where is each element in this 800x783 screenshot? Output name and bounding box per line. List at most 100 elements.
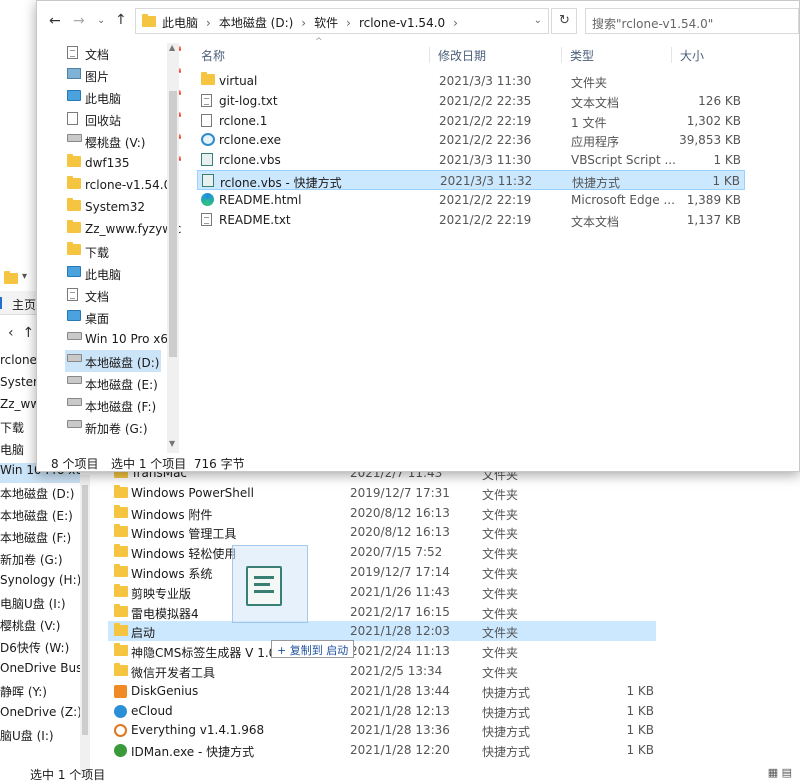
file-row[interactable]: git-log.txt 2021/2/2 22:35 文本文档 126 KB	[197, 91, 745, 111]
nav-item-label: 回收站	[85, 114, 122, 128]
breadcrumb-separator-icon[interactable]: ›	[206, 16, 211, 30]
back-nav-item[interactable]: 脑U盘 (I:)	[0, 727, 80, 747]
nav-item[interactable]: 新加卷 (G:)	[65, 416, 181, 438]
back-file-row[interactable]: 微信开发者工具 2021/2/5 13:34 文件夹	[108, 661, 668, 681]
nav-item[interactable]: Win 10 Pro x64	[65, 328, 181, 350]
back-file-row[interactable]: 剪映专业版 2021/1/26 11:43 文件夹	[108, 582, 668, 602]
back-file-row[interactable]: 神隐CMS标签生成器 V 1.0.0 2021/2/24 11:13 文件夹	[108, 641, 668, 661]
breadcrumb-separator-icon[interactable]: ›	[346, 16, 351, 30]
back-nav-scrollbar[interactable]	[80, 475, 90, 775]
back-nav-item[interactable]: D6快传 (W:)	[0, 639, 80, 659]
nav-item[interactable]: 樱桃盘 (V:)📌	[65, 130, 181, 152]
back-file-row[interactable]: Everything v1.4.1.968 2021/1/28 13:36 快捷方式…	[108, 720, 668, 740]
nav-item[interactable]: rclone-v1.54.0	[65, 174, 181, 196]
breadcrumb-segment[interactable]: 此电脑	[162, 16, 198, 30]
back-nav-item[interactable]: Synology (H:)	[0, 573, 80, 593]
address-bar[interactable]: 此电脑 › 本地磁盘 (D:) › 软件 › rclone-v1.54.0 › ⌄	[135, 8, 549, 34]
back-nav-up-icon[interactable]: ‹ ↑	[8, 325, 34, 341]
breadcrumb-separator-icon[interactable]: ›	[301, 16, 306, 30]
nav-item[interactable]: 回收站📌	[65, 108, 181, 130]
up-arrow-icon[interactable]: ↑	[115, 12, 127, 28]
breadcrumb-segment[interactable]: 软件	[314, 16, 338, 30]
back-file-row[interactable]: DiskGenius 2021/1/28 13:44 快捷方式 1 KB	[108, 681, 668, 701]
forward-arrow-icon[interactable]: →	[73, 13, 85, 29]
search-box[interactable]: 搜索"rclone-v1.54.0"	[585, 8, 799, 34]
back-nav-item[interactable]: 电脑U盘 (I:)	[0, 595, 80, 615]
column-name[interactable]: 名称	[201, 47, 225, 64]
back-arrow-icon[interactable]: ←	[49, 13, 61, 29]
address-dropdown-icon[interactable]: ⌄	[534, 15, 542, 26]
refresh-button[interactable]: ↻	[551, 8, 577, 34]
back-file-row[interactable]: Windows 附件 2020/8/12 16:13 文件夹	[108, 503, 668, 523]
nav-item[interactable]: 本地磁盘 (F:)	[65, 394, 181, 416]
back-nav-item[interactable]: 静晖 (Y:)	[0, 683, 80, 703]
nav-item-label: dwf135	[85, 156, 130, 170]
nav-item[interactable]: 此电脑📌	[65, 86, 181, 108]
back-nav-item[interactable]: OneDrive Busin	[0, 661, 80, 681]
back-nav-item[interactable]: 本地磁盘 (F:)	[0, 529, 80, 549]
folder-icon	[67, 198, 81, 211]
file-size: 126 KB	[698, 93, 741, 108]
column-size[interactable]: 大小	[671, 47, 704, 63]
scroll-up-icon[interactable]: ▲	[169, 43, 175, 52]
column-date[interactable]: 修改日期	[429, 47, 486, 63]
folder-icon	[114, 603, 128, 617]
file-row[interactable]: README.html 2021/2/2 22:19 Microsoft Edge …	[197, 190, 745, 210]
back-file-row[interactable]: Windows PowerShell 2019/12/7 17:31 文件夹	[108, 483, 668, 503]
nav-item[interactable]: 此电脑	[65, 262, 181, 284]
nav-item[interactable]: 本地磁盘 (D:)	[65, 350, 161, 372]
status-selected: 选中 1 个项目 716 字节	[111, 457, 245, 471]
view-toggle-icons[interactable]: ▦ ▤	[768, 766, 792, 779]
breadcrumb-segment[interactable]: rclone-v1.54.0	[359, 16, 445, 30]
scrollbar-thumb[interactable]	[169, 91, 177, 357]
back-nav-item[interactable]: 樱桃盘 (V:)	[0, 617, 80, 637]
scroll-down-icon[interactable]: ▼	[169, 439, 175, 448]
file-row[interactable]: rclone.exe 2021/2/2 22:36 应用程序 39,853 KB	[197, 130, 745, 150]
file-date: 2021/3/3 11:30	[439, 153, 532, 168]
nav-item[interactable]: 下载	[65, 240, 181, 262]
back-nav-item[interactable]: 本地磁盘 (D:)	[0, 485, 80, 505]
back-file-name: DiskGenius	[131, 683, 199, 698]
back-nav-item[interactable]: 本地磁盘 (E:)	[0, 507, 80, 527]
back-file-row[interactable]: 启动 2021/1/28 12:03 文件夹	[108, 621, 656, 642]
back-file-date: 2020/8/12 16:13	[350, 505, 450, 520]
breadcrumb-segment[interactable]: 本地磁盘 (D:)	[219, 16, 293, 30]
dropdown-arrow-icon[interactable]: ▾	[22, 271, 27, 282]
back-file-row[interactable]: Windows 系统 2019/12/7 17:14 文件夹	[108, 562, 668, 582]
back-file-row[interactable]: Windows 管理工具 2020/8/12 16:13 文件夹	[108, 522, 668, 542]
back-nav-item[interactable]: 新加卷 (G:)	[0, 551, 80, 571]
nav-item[interactable]: 本地磁盘 (E:)	[65, 372, 181, 394]
scrollbar-thumb[interactable]	[82, 485, 88, 735]
back-nav-item[interactable]: OneDrive (Z:)	[0, 705, 80, 725]
nav-item[interactable]: dwf135📌	[65, 152, 181, 174]
column-type[interactable]: 类型	[561, 47, 594, 63]
back-file-type: 快捷方式	[482, 705, 531, 720]
shortcut-icon	[202, 174, 214, 187]
file-row[interactable]: rclone.1 2021/2/2 22:19 1 文件 1,302 KB	[197, 111, 745, 131]
nav-item[interactable]: 桌面	[65, 306, 181, 328]
file-size: 1,137 KB	[686, 212, 741, 227]
back-file-row[interactable]: 雷电模拟器4 2021/2/17 16:15 文件夹	[108, 602, 668, 622]
tab-home[interactable]: 主页	[12, 296, 36, 313]
nav-item[interactable]: 文档📌	[65, 43, 181, 64]
back-file-date: 2019/12/7 17:14	[350, 565, 450, 579]
vbscript-icon	[201, 153, 213, 167]
back-file-row[interactable]: IDMan.exe - 快捷方式 2021/1/28 12:20 快捷方式 1 KB	[108, 740, 668, 760]
file-row[interactable]: rclone.vbs 2021/3/3 11:30 VBScript Script …	[197, 150, 745, 170]
nav-scrollbar[interactable]: ▲ ▼	[167, 43, 179, 453]
file-name: README.html	[219, 192, 302, 207]
back-file-name: 微信开发者工具	[131, 666, 216, 680]
picture-icon	[67, 68, 81, 79]
nav-item[interactable]: Zz_www.fyzyw.c	[65, 218, 181, 240]
file-row[interactable]: virtual 2021/3/3 11:30 文件夹	[197, 71, 745, 91]
back-file-row[interactable]: eCloud 2021/1/28 12:13 快捷方式 1 KB	[108, 701, 668, 721]
file-row[interactable]: rclone.vbs - 快捷方式 2021/3/3 11:32 快捷方式 1 KB	[197, 170, 745, 190]
breadcrumb-separator-icon[interactable]: ›	[453, 16, 458, 30]
nav-item[interactable]: System32	[65, 196, 181, 218]
file-date: 2021/2/2 22:19	[439, 192, 532, 207]
back-file-row[interactable]: Windows 轻松使用 2020/7/15 7:52 文件夹	[108, 542, 668, 562]
file-row[interactable]: README.txt 2021/2/2 22:19 文本文档 1,137 KB	[197, 210, 745, 230]
recent-dropdown-icon[interactable]: ⌄	[97, 15, 105, 26]
nav-item[interactable]: 图片📌	[65, 64, 181, 86]
nav-item[interactable]: 文档	[65, 284, 181, 306]
